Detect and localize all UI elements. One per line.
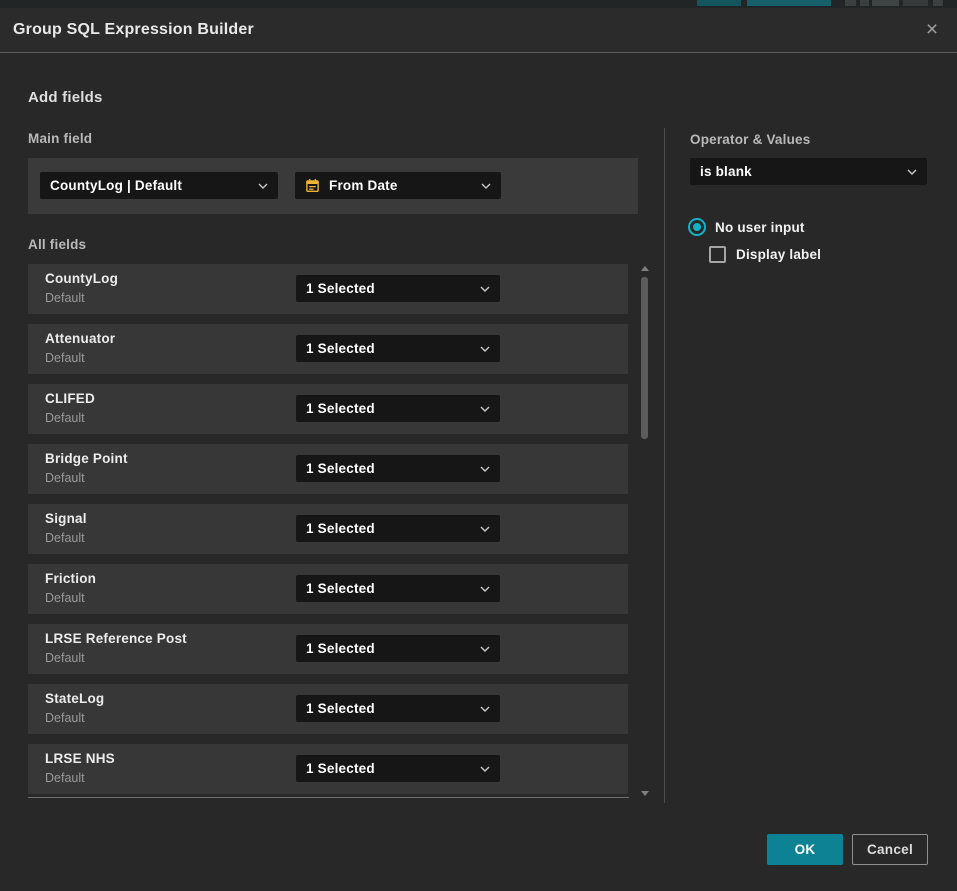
field-name: StateLog (45, 691, 104, 706)
scrollbar-thumb[interactable] (641, 277, 648, 439)
all-fields-label: All fields (28, 237, 86, 252)
field-type-label: Default (45, 531, 85, 545)
operator-select-value: is blank (700, 164, 899, 179)
main-field-select-value: From Date (329, 178, 473, 193)
field-selection-value: 1 Selected (306, 461, 472, 476)
field-selection-dropdown[interactable]: 1 Selected (296, 455, 500, 482)
radio-selected-icon (688, 218, 706, 236)
field-name: Bridge Point (45, 451, 128, 466)
field-row: Friction Default 1 Selected (28, 564, 628, 614)
scrollbar[interactable] (639, 264, 651, 798)
field-row: Signal Default 1 Selected (28, 504, 628, 554)
field-row: CLIFED Default 1 Selected (28, 384, 628, 434)
main-field-select-dropdown[interactable]: From Date (295, 172, 501, 199)
field-name: CountyLog (45, 271, 118, 286)
close-button[interactable]: × (917, 16, 947, 44)
chevron-down-icon (481, 183, 491, 189)
chevron-down-icon (480, 526, 490, 532)
cancel-button[interactable]: Cancel (852, 834, 928, 865)
all-fields-list: CountyLog Default 1 Selected Attenuator … (28, 264, 629, 798)
app-edge-fragment (872, 0, 899, 6)
field-selection-dropdown[interactable]: 1 Selected (296, 755, 500, 782)
field-selection-dropdown[interactable]: 1 Selected (296, 575, 500, 602)
field-name: Friction (45, 571, 96, 586)
layer-select-dropdown[interactable]: CountyLog | Default (40, 172, 278, 199)
display-label-checkbox[interactable]: Display label (709, 245, 821, 263)
chevron-down-icon (258, 183, 268, 189)
panel-divider (664, 128, 665, 803)
operator-values-label: Operator & Values (690, 132, 810, 147)
field-name: LRSE Reference Post (45, 631, 187, 646)
field-selection-value: 1 Selected (306, 521, 472, 536)
chevron-down-icon (480, 706, 490, 712)
calendar-icon (305, 178, 320, 193)
field-selection-dropdown[interactable]: 1 Selected (296, 515, 500, 542)
field-type-label: Default (45, 291, 85, 305)
checkbox-unchecked-icon (709, 246, 726, 263)
scroll-down-arrow-icon[interactable] (641, 791, 649, 796)
field-type-label: Default (45, 471, 85, 485)
field-selection-value: 1 Selected (306, 341, 472, 356)
field-row: Attenuator Default 1 Selected (28, 324, 628, 374)
app-edge-fragment (903, 0, 928, 6)
field-type-label: Default (45, 351, 85, 365)
chevron-down-icon (480, 646, 490, 652)
field-selection-value: 1 Selected (306, 401, 472, 416)
scroll-up-arrow-icon[interactable] (641, 266, 649, 271)
app-edge-fragment (933, 0, 943, 6)
main-field-label: Main field (28, 131, 92, 146)
field-selection-dropdown[interactable]: 1 Selected (296, 275, 500, 302)
field-selection-value: 1 Selected (306, 761, 472, 776)
field-type-label: Default (45, 711, 85, 725)
chevron-down-icon (480, 766, 490, 772)
add-fields-heading: Add fields (28, 89, 103, 106)
field-type-label: Default (45, 651, 85, 665)
no-user-input-radio[interactable]: No user input (688, 217, 805, 237)
field-type-label: Default (45, 591, 85, 605)
field-row: LRSE Reference Post Default 1 Selected (28, 624, 628, 674)
dialog-body: Add fields Main field CountyLog | Defaul… (0, 53, 957, 891)
field-row: CountyLog Default 1 Selected (28, 264, 628, 314)
ok-button[interactable]: OK (767, 834, 843, 865)
chevron-down-icon (907, 169, 917, 175)
sql-expression-builder-dialog: Group SQL Expression Builder × Add field… (0, 8, 957, 891)
layer-select-value: CountyLog | Default (50, 178, 250, 193)
field-selection-value: 1 Selected (306, 641, 472, 656)
app-edge-fragment (747, 0, 831, 6)
display-label-text: Display label (736, 247, 821, 262)
field-name: Signal (45, 511, 87, 526)
field-row: Bridge Point Default 1 Selected (28, 444, 628, 494)
chevron-down-icon (480, 466, 490, 472)
field-row: StateLog Default 1 Selected (28, 684, 628, 734)
field-selection-value: 1 Selected (306, 581, 472, 596)
no-user-input-label: No user input (715, 220, 805, 235)
field-selection-dropdown[interactable]: 1 Selected (296, 695, 500, 722)
app-edge-fragment (845, 0, 856, 6)
chevron-down-icon (480, 586, 490, 592)
close-icon: × (926, 18, 938, 41)
app-edge-fragment (697, 0, 741, 6)
field-row: LRSE NHS Default 1 Selected (28, 744, 628, 794)
app-edge-fragment (860, 0, 869, 6)
main-field-panel: CountyLog | Default From Date (28, 158, 638, 214)
field-name: CLIFED (45, 391, 95, 406)
underlying-app-edge (0, 0, 957, 8)
field-selection-value: 1 Selected (306, 701, 472, 716)
field-selection-dropdown[interactable]: 1 Selected (296, 395, 500, 422)
chevron-down-icon (480, 406, 490, 412)
dialog-header: Group SQL Expression Builder × (0, 8, 957, 53)
dialog-title: Group SQL Expression Builder (13, 21, 254, 39)
field-type-label: Default (45, 771, 85, 785)
field-type-label: Default (45, 411, 85, 425)
field-selection-value: 1 Selected (306, 281, 472, 296)
chevron-down-icon (480, 286, 490, 292)
field-name: LRSE NHS (45, 751, 115, 766)
field-selection-dropdown[interactable]: 1 Selected (296, 635, 500, 662)
field-selection-dropdown[interactable]: 1 Selected (296, 335, 500, 362)
operator-select-dropdown[interactable]: is blank (690, 158, 927, 185)
field-name: Attenuator (45, 331, 115, 346)
chevron-down-icon (480, 346, 490, 352)
